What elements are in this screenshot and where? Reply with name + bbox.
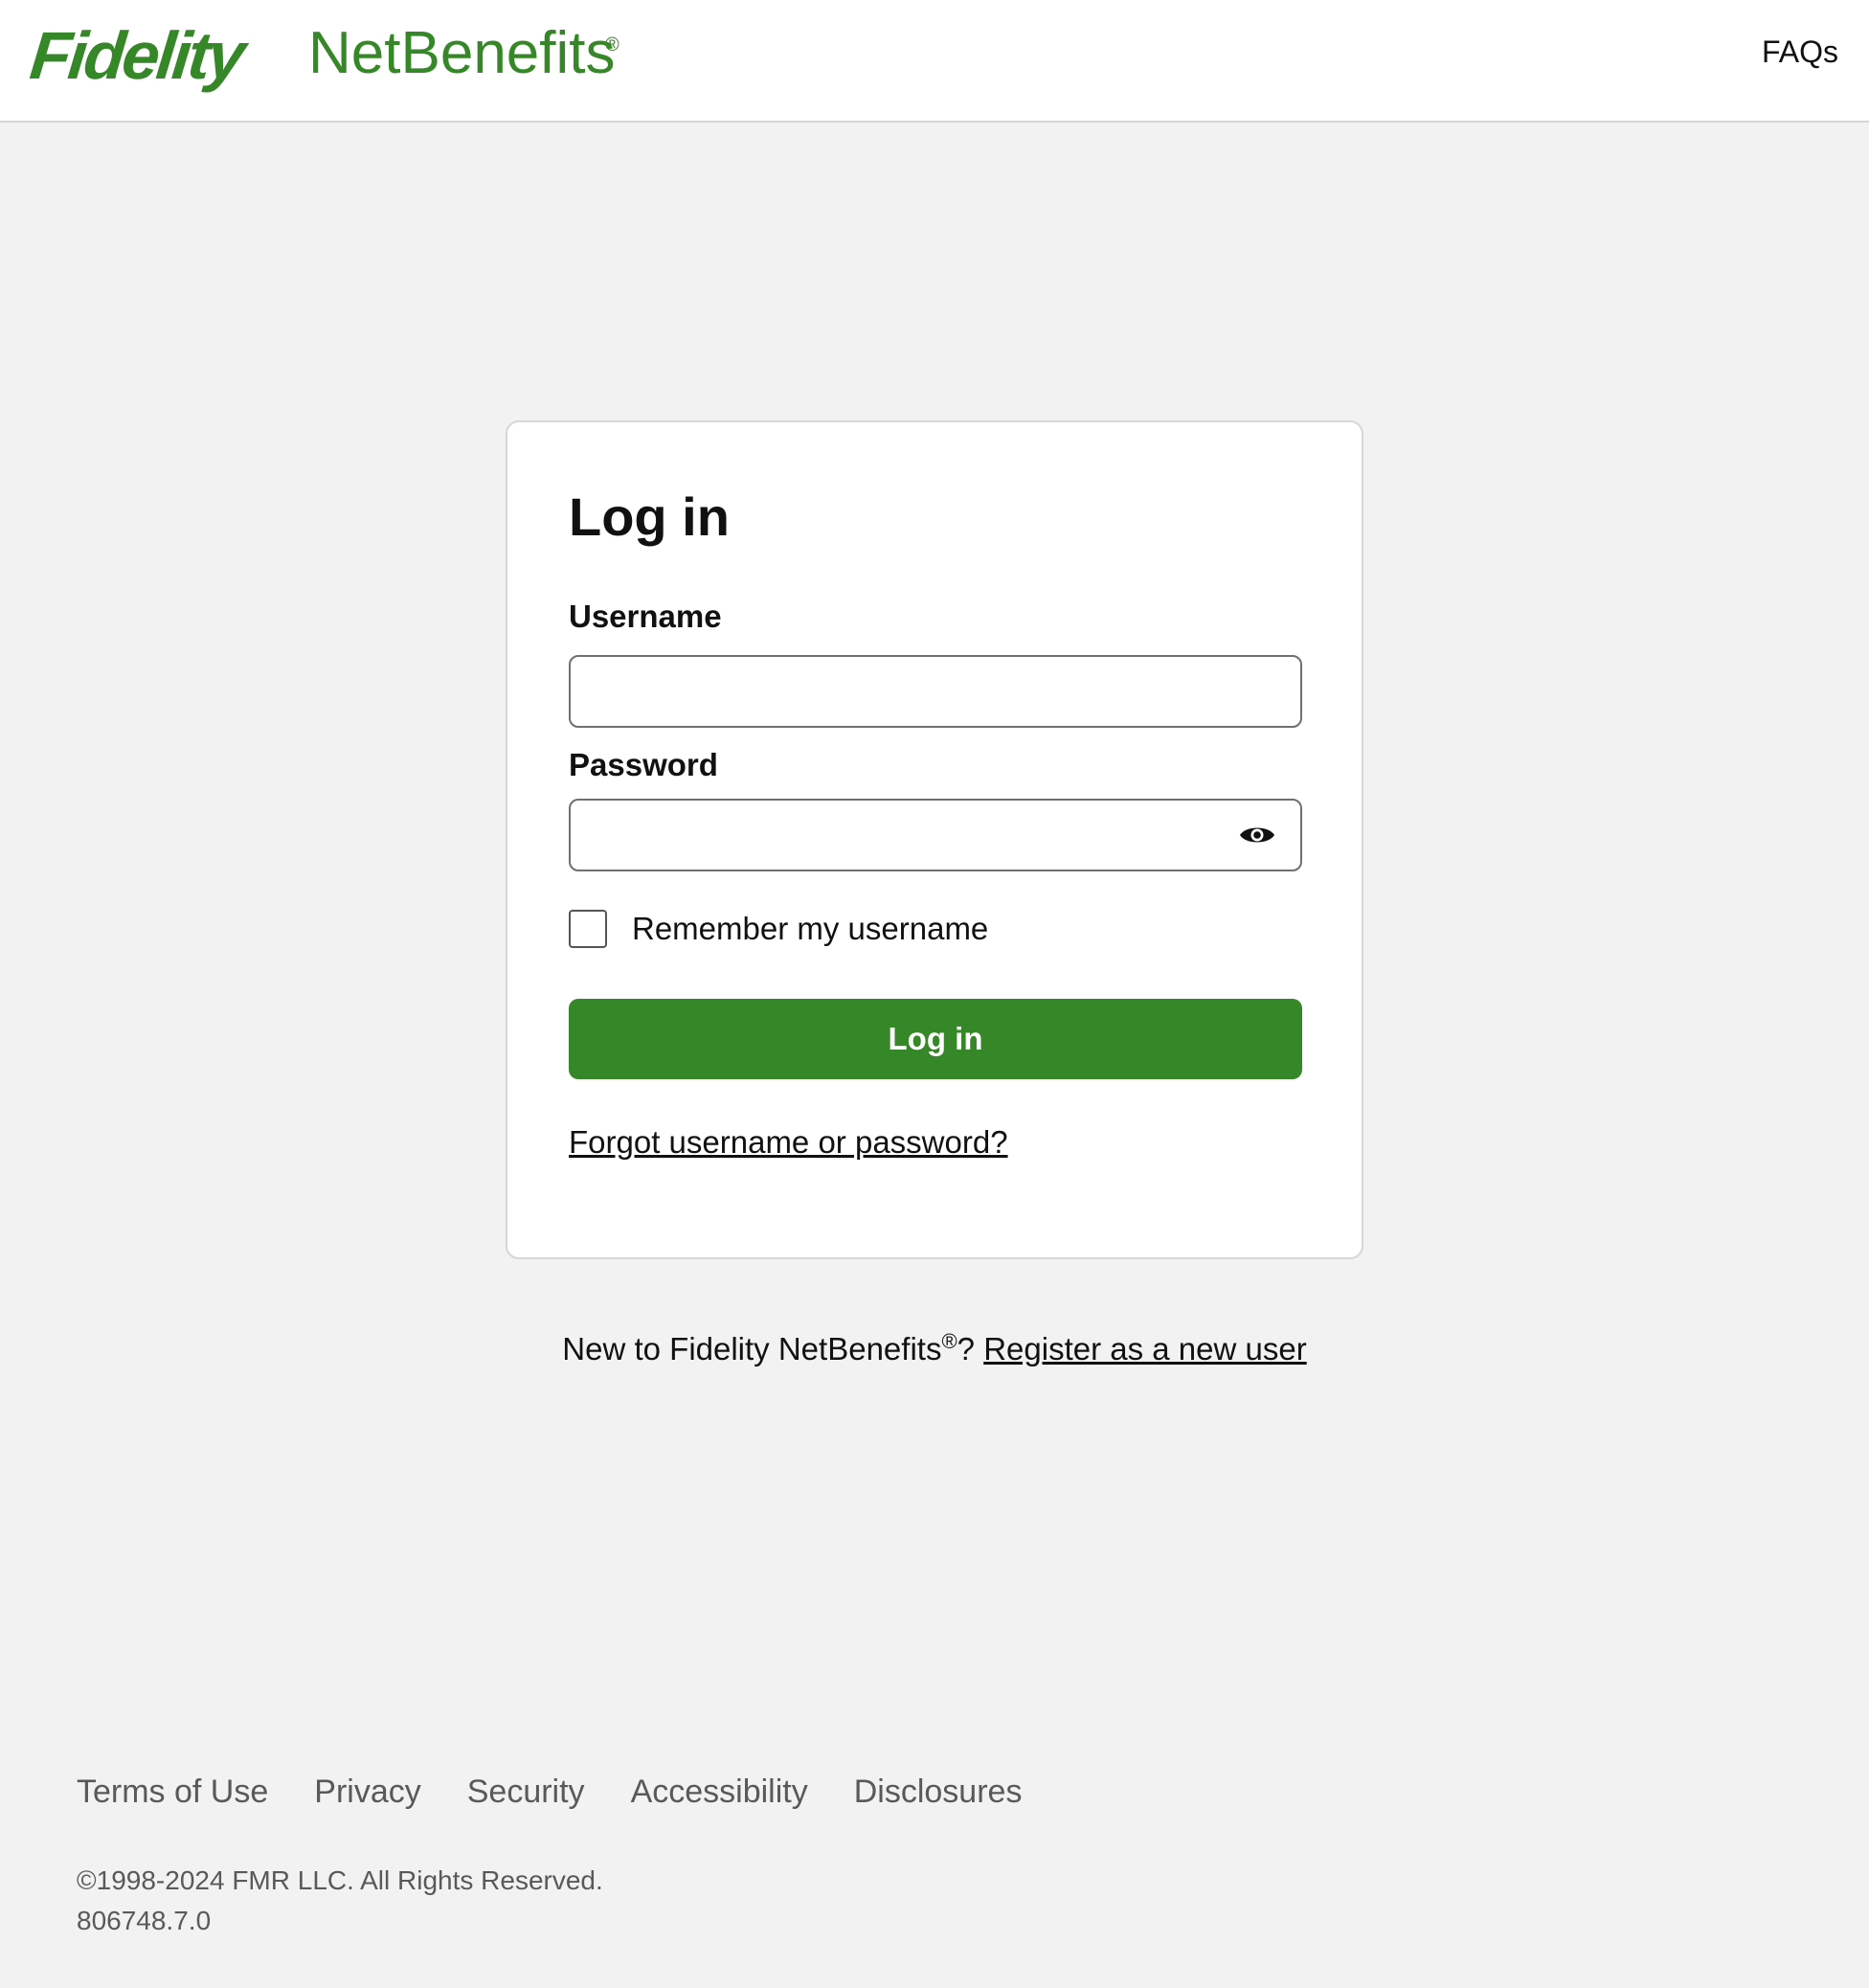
footer-link-terms[interactable]: Terms of Use bbox=[77, 1773, 268, 1811]
faqs-link[interactable]: FAQs bbox=[1762, 34, 1838, 70]
register-prompt: New to Fidelity NetBenefits®? Register a… bbox=[0, 1329, 1869, 1367]
registered-mark: ® bbox=[605, 34, 619, 56]
remember-username-checkbox[interactable] bbox=[569, 910, 607, 948]
footer-link-privacy[interactable]: Privacy bbox=[314, 1773, 420, 1811]
version-text: 806748.7.0 bbox=[77, 1906, 212, 1935]
copyright-text: ©1998-2024 FMR LLC. All Rights Reserved. bbox=[77, 1865, 603, 1895]
footer-link-disclosures[interactable]: Disclosures bbox=[854, 1773, 1023, 1811]
register-prefix-text: New to Fidelity NetBenefits bbox=[562, 1331, 942, 1367]
login-title: Log in bbox=[569, 486, 730, 547]
eye-icon[interactable] bbox=[1239, 823, 1275, 847]
login-button[interactable]: Log in bbox=[569, 999, 1302, 1079]
footer-link-security[interactable]: Security bbox=[467, 1773, 585, 1811]
fidelity-logo[interactable]: Fidelity bbox=[27, 17, 246, 94]
netbenefits-logo: NetBenefits bbox=[308, 20, 616, 86]
register-link[interactable]: Register as a new user bbox=[983, 1331, 1307, 1367]
password-label: Password bbox=[569, 747, 718, 782]
site-header: Fidelity NetBenefits ® FAQs bbox=[0, 0, 1869, 123]
footer-links: Terms of Use Privacy Security Accessibil… bbox=[77, 1773, 1022, 1811]
username-input[interactable] bbox=[569, 655, 1302, 728]
register-registered-mark: ® bbox=[941, 1329, 957, 1353]
footer-link-accessibility[interactable]: Accessibility bbox=[631, 1773, 808, 1811]
password-input[interactable] bbox=[569, 799, 1302, 871]
username-label: Username bbox=[569, 599, 722, 634]
forgot-credentials-link[interactable]: Forgot username or password? bbox=[569, 1124, 1008, 1161]
remember-username-label[interactable]: Remember my username bbox=[632, 911, 988, 947]
login-card: Log in Username Password Remember my use… bbox=[506, 420, 1363, 1259]
register-question-mark: ? bbox=[957, 1331, 984, 1367]
